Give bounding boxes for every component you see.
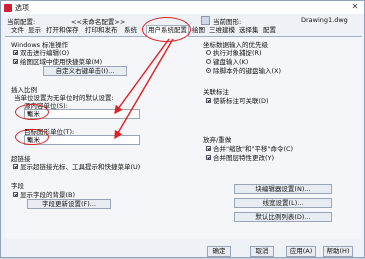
priority-keyboard-except-scripts-radio[interactable]: 除脚本外的键盘输入(X) [206, 65, 281, 75]
lineweight-settings-button[interactable]: 线宽设置(L)... [234, 198, 332, 208]
options-dialog: 选项 ✕ 当前配置: <<未命名配置>> 当前图形: Drawing1.dwg … [0, 0, 365, 258]
tab-drafting[interactable]: 绘图 [191, 26, 206, 35]
app-icon [4, 3, 12, 12]
apply-button[interactable]: 应用(A) [286, 246, 316, 257]
current-drawing-label: 当前图形: [213, 18, 242, 26]
tab-profiles[interactable]: 配置 [262, 26, 277, 35]
tab-plot-publish[interactable]: 打印和发布 [84, 26, 119, 35]
radio-icon [206, 58, 211, 64]
shortcut-menu-label: 绘图区域中使用快捷菜单(M) [20, 58, 103, 66]
checkbox-checked-icon [206, 145, 211, 151]
radio-icon [206, 49, 211, 55]
current-drawing-value: Drawing1.dwg [301, 16, 348, 24]
annotation-circle-target [15, 129, 49, 145]
priority-keyboard-except-scripts-label: 除脚本外的键盘输入(X) [213, 67, 282, 75]
tab-system[interactable]: 系统 [123, 26, 138, 35]
checkbox-checked-icon [13, 163, 18, 169]
tab-3d-modeling[interactable]: 三维建模 [208, 26, 236, 35]
block-editor-settings-button[interactable]: 块编辑器设置(N)... [234, 184, 332, 194]
help-button[interactable]: 帮助(H) [323, 246, 353, 257]
drawing-icon [201, 16, 210, 25]
hyperlink-cursor-label: 显示超链接光标、工具提示和快捷菜单(U) [20, 163, 141, 171]
checkbox-checked-icon [206, 154, 211, 160]
annotation-circle-source [15, 104, 49, 120]
make-associative-label: 使新标注可关联(D) [213, 97, 269, 105]
tab-display[interactable]: 显示 [27, 26, 42, 35]
radio-selected-icon [206, 67, 211, 73]
field-background-label: 显示字段的背景(B) [20, 191, 76, 199]
checkbox-checked-icon [13, 191, 18, 197]
field-background-checkbox[interactable]: 显示字段的背景(B) [13, 189, 75, 199]
window-title: 选项 [15, 3, 29, 12]
hyperlink-cursor-checkbox[interactable]: 显示超链接光标、工具提示和快捷菜单(U) [13, 161, 140, 171]
tab-files[interactable]: 文件 [10, 26, 25, 35]
checkbox-checked-icon [13, 49, 18, 55]
make-associative-checkbox[interactable]: 使新标注可关联(D) [206, 95, 269, 105]
current-profile-value: <<未命名配置>> [71, 18, 126, 26]
shortcut-menu-checkbox[interactable]: 绘图区域中使用快捷菜单(M) [13, 56, 102, 66]
cancel-button[interactable]: 取消 [250, 246, 274, 257]
close-icon[interactable]: ✕ [348, 2, 362, 12]
customize-right-click-button[interactable]: 自定义右键单击(I)... [43, 66, 127, 76]
merge-layer-props-label: 合并图层特性更改(Y) [213, 154, 275, 162]
title-bar: 选项 ✕ [1, 1, 364, 14]
annotation-circle-tab [142, 17, 191, 42]
checkbox-checked-icon [13, 58, 18, 64]
merge-layer-props-checkbox[interactable]: 合并图层特性更改(Y) [206, 152, 274, 162]
user-preferences-panel: Windows 标准操作 双击进行编辑(O) 绘图区域中使用快捷菜单(M) 自定… [5, 37, 362, 239]
field-update-settings-button[interactable]: 字段更新设置(F)... [27, 199, 111, 209]
ok-button[interactable]: 确定 [207, 246, 231, 257]
default-scale-list-button[interactable]: 默认比例列表(D)... [234, 212, 332, 222]
tab-selection[interactable]: 选择集 [238, 26, 260, 35]
current-profile-label: 当前配置: [7, 18, 36, 26]
dialog-button-bar: 确定 取消 应用(A) 帮助(H) [1, 243, 364, 258]
tab-open-save[interactable]: 打开和保存 [45, 26, 80, 35]
checkbox-checked-icon [206, 97, 211, 103]
